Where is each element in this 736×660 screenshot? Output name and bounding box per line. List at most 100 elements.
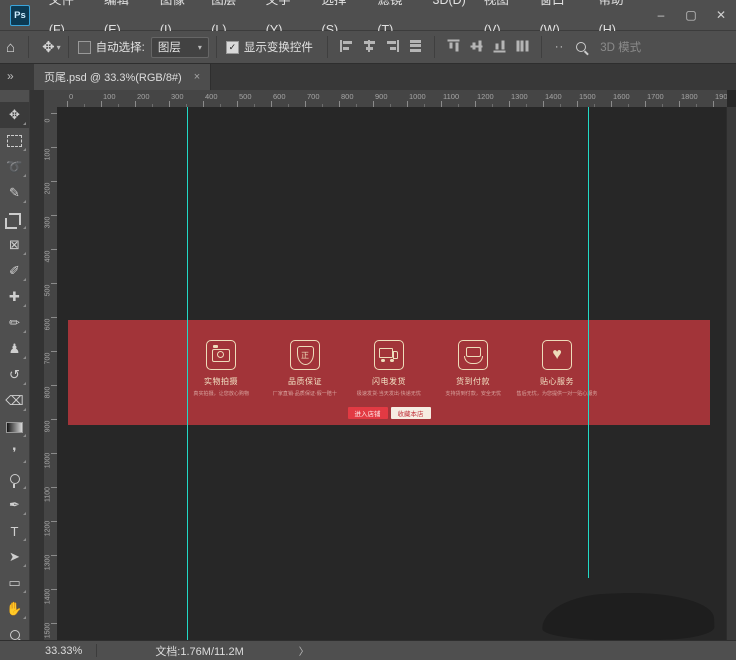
tab-close-icon[interactable]: × xyxy=(194,71,200,83)
align-top-edges-icon[interactable] xyxy=(447,39,459,52)
vertical-ruler[interactable]: 0100200300400500600700800900100011001200… xyxy=(44,107,58,640)
ruler-label: 1600 xyxy=(613,92,630,101)
auto-select-target-dropdown[interactable]: 图层 ▾ xyxy=(151,37,209,58)
hand-money-icon xyxy=(466,347,481,357)
ruler-label: 1100 xyxy=(443,92,459,101)
3d-mode-label[interactable]: 3D 模式 xyxy=(600,39,641,55)
banner-button: 进入店铺 xyxy=(348,407,388,419)
gradient-icon xyxy=(6,422,23,433)
align-bottom-edges-icon[interactable] xyxy=(493,39,505,52)
banner-item: 实物拍摄真实拍摄，让您放心购物 xyxy=(179,340,263,397)
document-tab[interactable]: 页尾.psd @ 33.3%(RGB/8#) × xyxy=(34,64,211,90)
tool-dodge[interactable] xyxy=(0,466,29,492)
align-right-edges-icon[interactable] xyxy=(386,40,399,52)
distribute-icons-group xyxy=(442,40,534,55)
distribute-horizontal-icon[interactable] xyxy=(409,40,422,52)
banner-buttons: 进入店铺收藏本店 xyxy=(68,407,710,419)
separator xyxy=(96,644,97,657)
guide-vertical[interactable] xyxy=(588,107,589,578)
ruler-label: 800 xyxy=(341,92,354,101)
ruler-label: 1100 xyxy=(45,485,52,505)
ruler-label: 1900 xyxy=(715,92,727,101)
window-controls: –▢✕ xyxy=(646,2,736,28)
banner-item: 闪电发货极速发货·当天发出·快递无忧 xyxy=(347,340,431,397)
banner-guarantee-items: 实物拍摄真实拍摄，让您放心购物正品质保证厂家直销·品质保证·假一赔十闪电发货极速… xyxy=(68,320,710,397)
banner-item-title: 货到付款 xyxy=(456,376,490,387)
auto-select-target-value: 图层 xyxy=(158,39,181,55)
tool-crop[interactable] xyxy=(0,206,29,232)
tool-history-brush[interactable]: ↺ xyxy=(0,362,29,388)
tool-path-selection[interactable]: ➤ xyxy=(0,544,29,570)
ruler-label: 100 xyxy=(103,92,116,101)
tool-spot-healing-brush[interactable]: ✚ xyxy=(0,284,29,310)
clone-stamp-icon: ♟ xyxy=(9,341,21,357)
ruler-label: 700 xyxy=(307,92,320,101)
ruler-label: 300 xyxy=(45,213,52,233)
chevron-down-icon: ▾ xyxy=(198,43,202,52)
ruler-label: 200 xyxy=(137,92,150,101)
minimize-button[interactable]: – xyxy=(646,2,676,28)
chevron-down-icon[interactable]: ▾ xyxy=(57,43,61,52)
tool-rectangular-marquee[interactable] xyxy=(0,128,29,154)
separator xyxy=(434,36,435,58)
tool-frame[interactable]: ⊠ xyxy=(0,232,29,258)
camera-icon-box xyxy=(206,340,236,370)
search-icon[interactable] xyxy=(576,42,586,52)
tool-blur[interactable]: ❜ xyxy=(0,440,29,466)
ruler-label: 500 xyxy=(239,92,252,101)
separator xyxy=(327,36,328,58)
type-icon: T xyxy=(11,524,19,539)
banner-item-subtitle: 真实拍摄，让您放心购物 xyxy=(193,389,249,396)
tool-type[interactable]: T xyxy=(0,518,29,544)
ruler-label: 1200 xyxy=(477,92,494,101)
camera-icon xyxy=(212,349,230,362)
align-horizontal-centers-icon[interactable] xyxy=(363,40,376,52)
vertical-scrollbar[interactable] xyxy=(726,107,736,640)
canvas-area[interactable]: 实物拍摄真实拍摄，让您放心购物正品质保证厂家直销·品质保证·假一赔十闪电发货极速… xyxy=(57,107,736,640)
ruler-label: 500 xyxy=(45,281,52,301)
tool-lasso[interactable]: ➰ xyxy=(0,154,29,180)
shield-icon-box: 正 xyxy=(290,340,320,370)
tool-eyedropper[interactable]: ✐ xyxy=(0,258,29,284)
show-transform-checkbox[interactable]: ✓ xyxy=(226,41,239,54)
close-button[interactable]: ✕ xyxy=(706,2,736,28)
guide-vertical[interactable] xyxy=(187,107,188,640)
tool-gradient[interactable] xyxy=(0,414,29,440)
banner-item-subtitle: 极速发货·当天发出·快递无忧 xyxy=(357,389,421,396)
move-icon: ✥ xyxy=(9,107,20,123)
tool-move[interactable]: ✥ xyxy=(0,102,29,128)
maximize-button[interactable]: ▢ xyxy=(676,2,706,28)
document-tab-title: 页尾.psd @ 33.3%(RGB/8#) xyxy=(44,69,182,85)
shield-icon: 正 xyxy=(297,346,314,365)
document-tab-strip: » 页尾.psd @ 33.3%(RGB/8#) × xyxy=(0,64,736,90)
quick-selection-icon: ✎ xyxy=(9,185,20,201)
tool-rectangle[interactable]: ▭ xyxy=(0,570,29,596)
tool-pen[interactable]: ✒ xyxy=(0,492,29,518)
panel-collapse-icon[interactable]: » xyxy=(7,69,14,83)
status-options-chevron-icon[interactable]: 〉 xyxy=(299,643,309,658)
ruler-label: 1500 xyxy=(579,92,596,101)
tool-eraser[interactable]: ⌫ xyxy=(0,388,29,414)
pen-icon: ✒ xyxy=(9,497,20,513)
spot-healing-brush-icon: ✚ xyxy=(9,289,20,305)
zoom-level-field[interactable]: 33.33% xyxy=(45,645,82,657)
align-vertical-centers-icon[interactable] xyxy=(470,39,482,52)
distribute-vertical-icon[interactable] xyxy=(516,39,528,52)
footer-banner-artwork: 实物拍摄真实拍摄，让您放心购物正品质保证厂家直销·品质保证·假一赔十闪电发货极速… xyxy=(68,320,710,425)
tool-clone-stamp[interactable]: ♟ xyxy=(0,336,29,362)
home-icon[interactable]: ⌂ xyxy=(0,39,21,56)
more-options-icon[interactable]: ·· xyxy=(549,41,570,53)
ruler-label: 800 xyxy=(45,383,52,403)
horizontal-ruler[interactable]: 0100200300400500600700800900100011001200… xyxy=(57,90,727,108)
auto-select-checkbox[interactable] xyxy=(78,41,91,54)
auto-select-label: 自动选择: xyxy=(96,39,145,55)
ruler-label: 0 xyxy=(45,111,52,131)
tool-brush[interactable]: ✏ xyxy=(0,310,29,336)
move-tool-icon[interactable]: ✥ xyxy=(36,38,55,56)
align-left-edges-icon[interactable] xyxy=(340,40,353,52)
toolbox: ✥ ➰ ✎ ⊠✐ ✚ ✏ ♟ ↺⌫ ❜ ✒ T ➤▭✋ xyxy=(0,90,30,640)
tool-quick-selection[interactable]: ✎ xyxy=(0,180,29,206)
tool-options-bar: ⌂ ✥ ▾ 自动选择: 图层 ▾ ✓ 显示变换控件 ·· 3D 模式 xyxy=(0,31,736,64)
tool-hand[interactable]: ✋ xyxy=(0,596,29,622)
title-bar: Ps 文件(F)编辑(E)图像(I)图层(L)文字(Y)选择(S)滤镜(T)3D… xyxy=(0,0,736,31)
